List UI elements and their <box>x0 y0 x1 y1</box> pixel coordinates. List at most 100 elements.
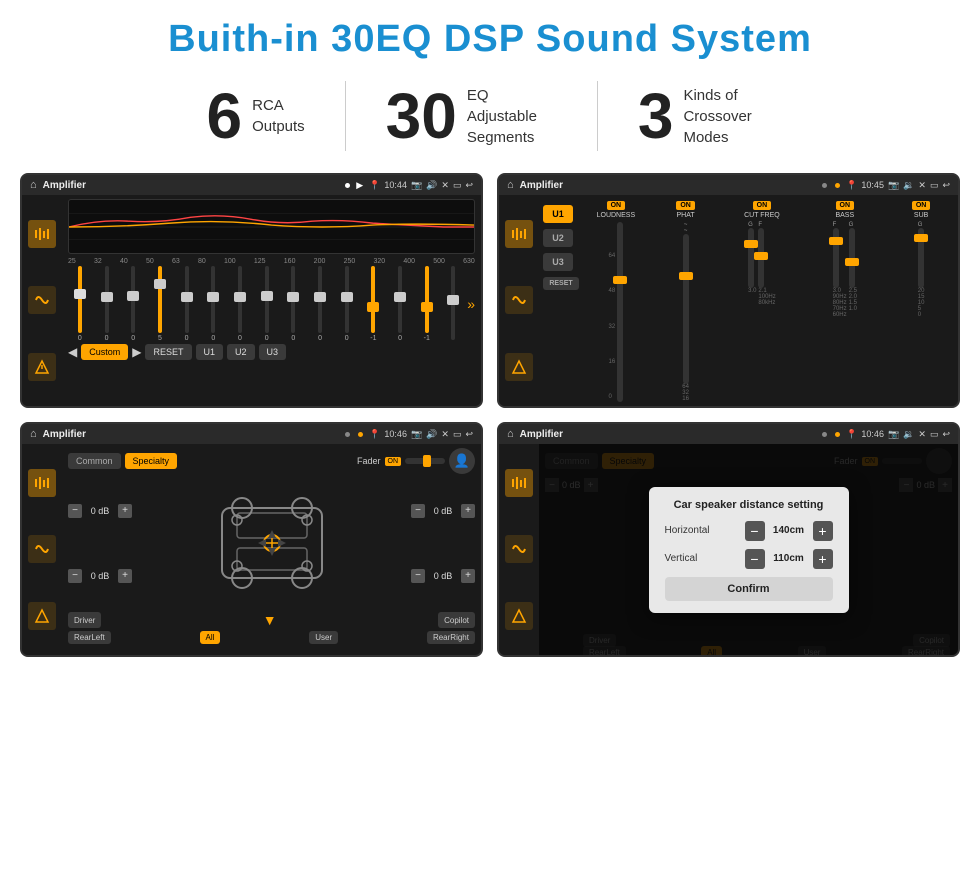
screen-fader: ⌂ Amplifier 📍 10:46 📷 🔊 ✕ ▭ ↩ <box>20 422 483 657</box>
close-icon-2[interactable]: ✕ <box>918 180 926 191</box>
back-icon-2[interactable]: ↩ <box>942 180 950 191</box>
fader-sb-icon-1[interactable] <box>28 469 56 497</box>
amp-sidebar-icon-1[interactable] <box>505 220 533 248</box>
expand-arrows[interactable]: » <box>467 296 475 312</box>
custom-button[interactable]: Custom <box>81 344 128 360</box>
u1-button-eq[interactable]: U1 <box>196 344 224 360</box>
play-icon-1[interactable]: ▶ <box>356 180 363 191</box>
eq-slider-1[interactable]: 0 <box>95 266 119 342</box>
cutfreq-slider-g[interactable] <box>748 228 754 288</box>
u2-select[interactable]: U2 <box>543 229 573 247</box>
eq-slider-2[interactable]: 0 <box>121 266 145 342</box>
vertical-minus[interactable]: − <box>745 549 765 569</box>
u2-button-eq[interactable]: U2 <box>227 344 255 360</box>
home-icon-1[interactable]: ⌂ <box>30 179 37 191</box>
loudness-label: LOUDNESS <box>597 212 636 219</box>
db-plus-0[interactable]: + <box>118 504 132 518</box>
u3-button-eq[interactable]: U3 <box>259 344 287 360</box>
sub-slider[interactable] <box>918 228 924 288</box>
all-btn[interactable]: All <box>200 631 221 644</box>
close-icon-4[interactable]: ✕ <box>918 429 926 440</box>
eq-sidebar-icon-1[interactable] <box>28 220 56 248</box>
dist-sb-icon-3[interactable] <box>505 602 533 630</box>
down-arrow-icon[interactable]: ▼ <box>263 612 277 628</box>
eq-slider-11[interactable]: -1 <box>362 266 386 342</box>
prev-button[interactable]: ◀ <box>68 345 77 359</box>
dist-sb-icon-1[interactable] <box>505 469 533 497</box>
pin-icon-3: 📍 <box>369 429 380 440</box>
eq-slider-6[interactable]: 0 <box>228 266 252 342</box>
vertical-control: − 110cm + <box>745 549 833 569</box>
horizontal-control: − 140cm + <box>745 521 833 541</box>
db-value-3: 0 dB <box>428 571 458 581</box>
eq-slider-3[interactable]: 5 <box>148 266 172 342</box>
eq-slider-0[interactable]: 0 <box>68 266 92 342</box>
eq-slider-12[interactable]: 0 <box>388 266 412 342</box>
window-icon-2[interactable]: ▭ <box>930 180 939 191</box>
db-plus-1[interactable]: + <box>118 569 132 583</box>
back-icon-4[interactable]: ↩ <box>942 429 950 440</box>
eq-sidebar-icon-3[interactable] <box>28 353 56 381</box>
amp-sidebar-icon-3[interactable] <box>505 353 533 381</box>
fader-sb-icon-2[interactable] <box>28 535 56 563</box>
eq-slider-14[interactable] <box>442 266 466 342</box>
vertical-plus[interactable]: + <box>813 549 833 569</box>
dist-sb-icon-2[interactable] <box>505 535 533 563</box>
db-minus-3[interactable]: − <box>411 569 425 583</box>
volume-icon-3[interactable]: 🔊 <box>426 429 437 440</box>
amp-sidebar-icon-2[interactable] <box>505 286 533 314</box>
eq-slider-4[interactable]: 0 <box>175 266 199 342</box>
u1-select[interactable]: U1 <box>543 205 573 223</box>
fader-h-slider[interactable] <box>405 458 445 464</box>
db-minus-2[interactable]: − <box>411 504 425 518</box>
eq-slider-10[interactable]: 0 <box>335 266 359 342</box>
loudness-slider[interactable] <box>617 222 623 402</box>
db-minus-0[interactable]: − <box>68 504 82 518</box>
window-icon-4[interactable]: ▭ <box>930 429 939 440</box>
eq-slider-8[interactable]: 0 <box>282 266 306 342</box>
db-plus-2[interactable]: + <box>461 504 475 518</box>
back-icon-3[interactable]: ↩ <box>465 429 473 440</box>
rearright-btn[interactable]: RearRight <box>427 631 475 644</box>
back-icon-1[interactable]: ↩ <box>465 180 473 191</box>
window-icon-3[interactable]: ▭ <box>453 429 462 440</box>
status-icons-2: 📍 10:45 📷 🔉 ✕ ▭ ↩ <box>846 180 950 191</box>
confirm-button[interactable]: Confirm <box>665 577 833 601</box>
volume-icon-2[interactable]: 🔉 <box>903 180 914 191</box>
home-icon-3[interactable]: ⌂ <box>30 428 37 440</box>
cutfreq-slider-f[interactable] <box>758 228 764 288</box>
reset-button[interactable]: RESET <box>145 344 191 360</box>
home-icon-2[interactable]: ⌂ <box>507 179 514 191</box>
eq-sliders: 0 0 0 5 0 0 0 0 0 0 0 -1 0 <box>68 264 465 344</box>
common-tab[interactable]: Common <box>68 453 121 469</box>
eq-slider-7[interactable]: 0 <box>255 266 279 342</box>
eq-slider-13[interactable]: -1 <box>415 266 439 342</box>
reset-amp[interactable]: RESET <box>543 277 579 290</box>
home-icon-4[interactable]: ⌂ <box>507 428 514 440</box>
stat-number-2: 3 <box>638 84 674 148</box>
profile-icon[interactable]: 👤 <box>449 448 475 474</box>
close-icon-1[interactable]: ✕ <box>441 180 449 191</box>
fader-sb-icon-3[interactable] <box>28 602 56 630</box>
u3-select[interactable]: U3 <box>543 253 573 271</box>
horizontal-plus[interactable]: + <box>813 521 833 541</box>
eq-slider-9[interactable]: 0 <box>308 266 332 342</box>
specialty-tab[interactable]: Specialty <box>125 453 178 469</box>
user-btn[interactable]: User <box>309 631 338 644</box>
phat-slider[interactable] <box>683 234 689 384</box>
copilot-btn[interactable]: Copilot <box>438 612 475 628</box>
window-icon-1[interactable]: ▭ <box>453 180 462 191</box>
volume-icon-1[interactable]: 🔊 <box>426 180 437 191</box>
db-plus-3[interactable]: + <box>461 569 475 583</box>
volume-icon-4[interactable]: 🔉 <box>903 429 914 440</box>
db-minus-1[interactable]: − <box>68 569 82 583</box>
driver-btn[interactable]: Driver <box>68 612 101 628</box>
eq-slider-5[interactable]: 0 <box>201 266 225 342</box>
close-icon-3[interactable]: ✕ <box>441 429 449 440</box>
play-button[interactable]: ▶ <box>132 345 141 359</box>
bass-slider-f[interactable] <box>833 228 839 288</box>
rearleft-btn[interactable]: RearLeft <box>68 631 111 644</box>
bass-slider-g[interactable] <box>849 228 855 288</box>
horizontal-minus[interactable]: − <box>745 521 765 541</box>
eq-sidebar-icon-2[interactable] <box>28 286 56 314</box>
